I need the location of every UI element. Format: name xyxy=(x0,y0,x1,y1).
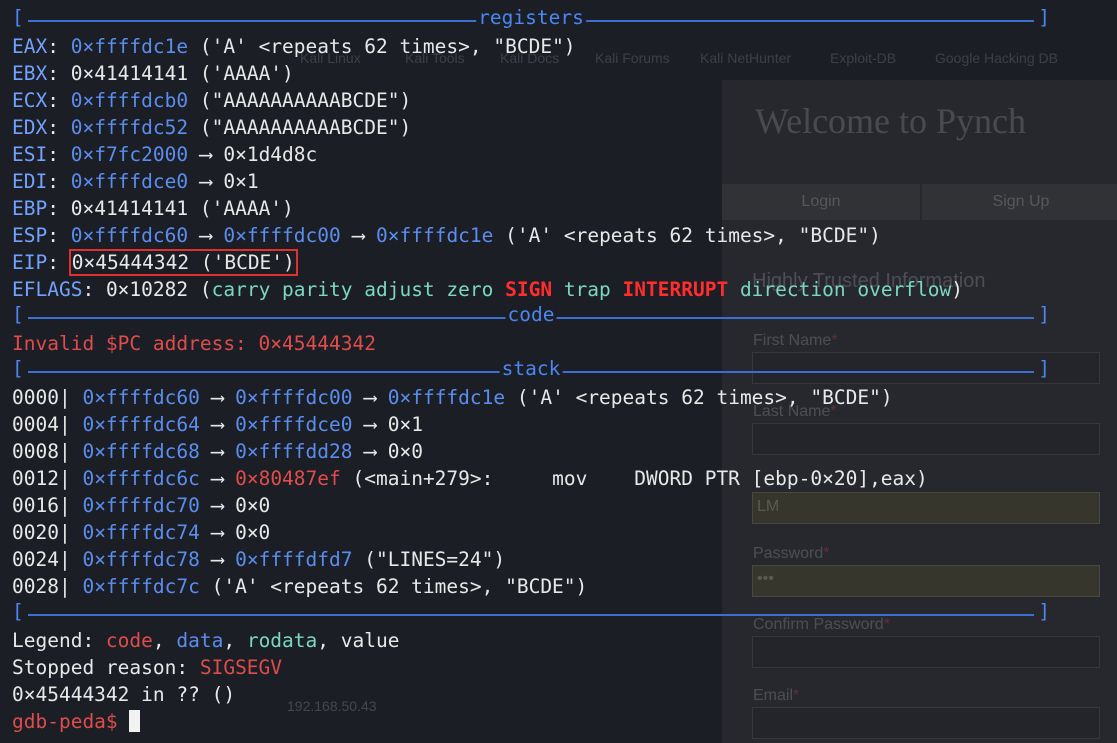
stack-row: 0024| 0×ffffdc78 ⟶ 0×ffffdfd7 ("LINES=24… xyxy=(12,548,506,571)
legend-value: value xyxy=(340,629,400,652)
end-separator: [ ] xyxy=(12,600,1050,623)
code-separator: [ code ] xyxy=(12,303,1050,326)
flag-interrupt: INTERRUPT xyxy=(622,278,729,301)
prompt-line[interactable]: gdb-peda$ xyxy=(12,708,1050,735)
stack-row: 0000| 0×ffffdc60 ⟶ 0×ffffdc00 ⟶ 0×ffffdc… xyxy=(12,386,893,409)
register-eflags: EFLAGS: 0×10282 (carry parity adjust zer… xyxy=(12,278,964,301)
registers-separator: [ registers ] xyxy=(12,6,1050,29)
register-edx: EDX: 0×ffffdc52 ("AAAAAAAAAABCDE") xyxy=(12,116,412,139)
stack-row: 0004| 0×ffffdc64 ⟶ 0×ffffdce0 ⟶ 0×1 xyxy=(12,413,423,436)
code-heading: code xyxy=(505,303,557,326)
register-edi: EDI: 0×ffffdce0 ⟶ 0×1 xyxy=(12,170,259,193)
gdb-terminal[interactable]: [ registers ] EAX: 0×ffffdc1e ('A' <repe… xyxy=(12,6,1050,735)
register-esi: ESI: 0×f7fc2000 ⟶ 0×1d4d8c xyxy=(12,143,318,166)
register-ecx: ECX: 0×ffffdcb0 ("AAAAAAAAAABCDE") xyxy=(12,89,412,112)
stack-row: 0016| 0×ffffdc70 ⟶ 0×0 xyxy=(12,494,271,517)
stack-row: 0012| 0×ffffdc6c ⟶ 0×80487ef (<main+279>… xyxy=(12,467,928,490)
invalid-pc-message: Invalid $PC address: 0×45444342 xyxy=(12,332,376,355)
crash-location: 0×45444342 in ?? () xyxy=(12,683,236,706)
eip-highlight-box: 0×45444342 ('BCDE') xyxy=(68,249,298,276)
stop-signal: SIGSEGV xyxy=(199,656,283,679)
stack-separator: [ stack ] xyxy=(12,357,1050,380)
legend-code: code xyxy=(105,629,153,652)
legend-line: Legend: code, data, rodata, value xyxy=(12,629,400,652)
register-ebp: EBP: 0×41414141 ('AAAA') xyxy=(12,197,294,220)
registers-heading: registers xyxy=(476,6,586,29)
stack-row: 0020| 0×ffffdc74 ⟶ 0×0 xyxy=(12,521,271,544)
stopped-reason: Stopped reason: SIGSEGV xyxy=(12,656,283,679)
stack-row: 0028| 0×ffffdc7c ('A' <repeats 62 times>… xyxy=(12,575,588,598)
register-eax: EAX: 0×ffffdc1e ('A' <repeats 62 times>,… xyxy=(12,35,576,58)
legend-rodata: rodata xyxy=(246,629,318,652)
legend-data: data xyxy=(176,629,224,652)
register-eip: EIP: 0×45444342 ('BCDE') xyxy=(12,249,298,276)
register-ebx: EBX: 0×41414141 ('AAAA') xyxy=(12,62,294,85)
text-cursor[interactable] xyxy=(129,710,141,732)
stack-row: 0008| 0×ffffdc68 ⟶ 0×ffffdd28 ⟶ 0×0 xyxy=(12,440,423,463)
gdb-prompt: gdb-peda$ xyxy=(12,710,130,733)
stack-heading: stack xyxy=(499,357,563,380)
flag-sign: SIGN xyxy=(505,278,553,301)
register-esp: ESP: 0×ffffdc60 ⟶ 0×ffffdc00 ⟶ 0×ffffdc1… xyxy=(12,224,881,247)
